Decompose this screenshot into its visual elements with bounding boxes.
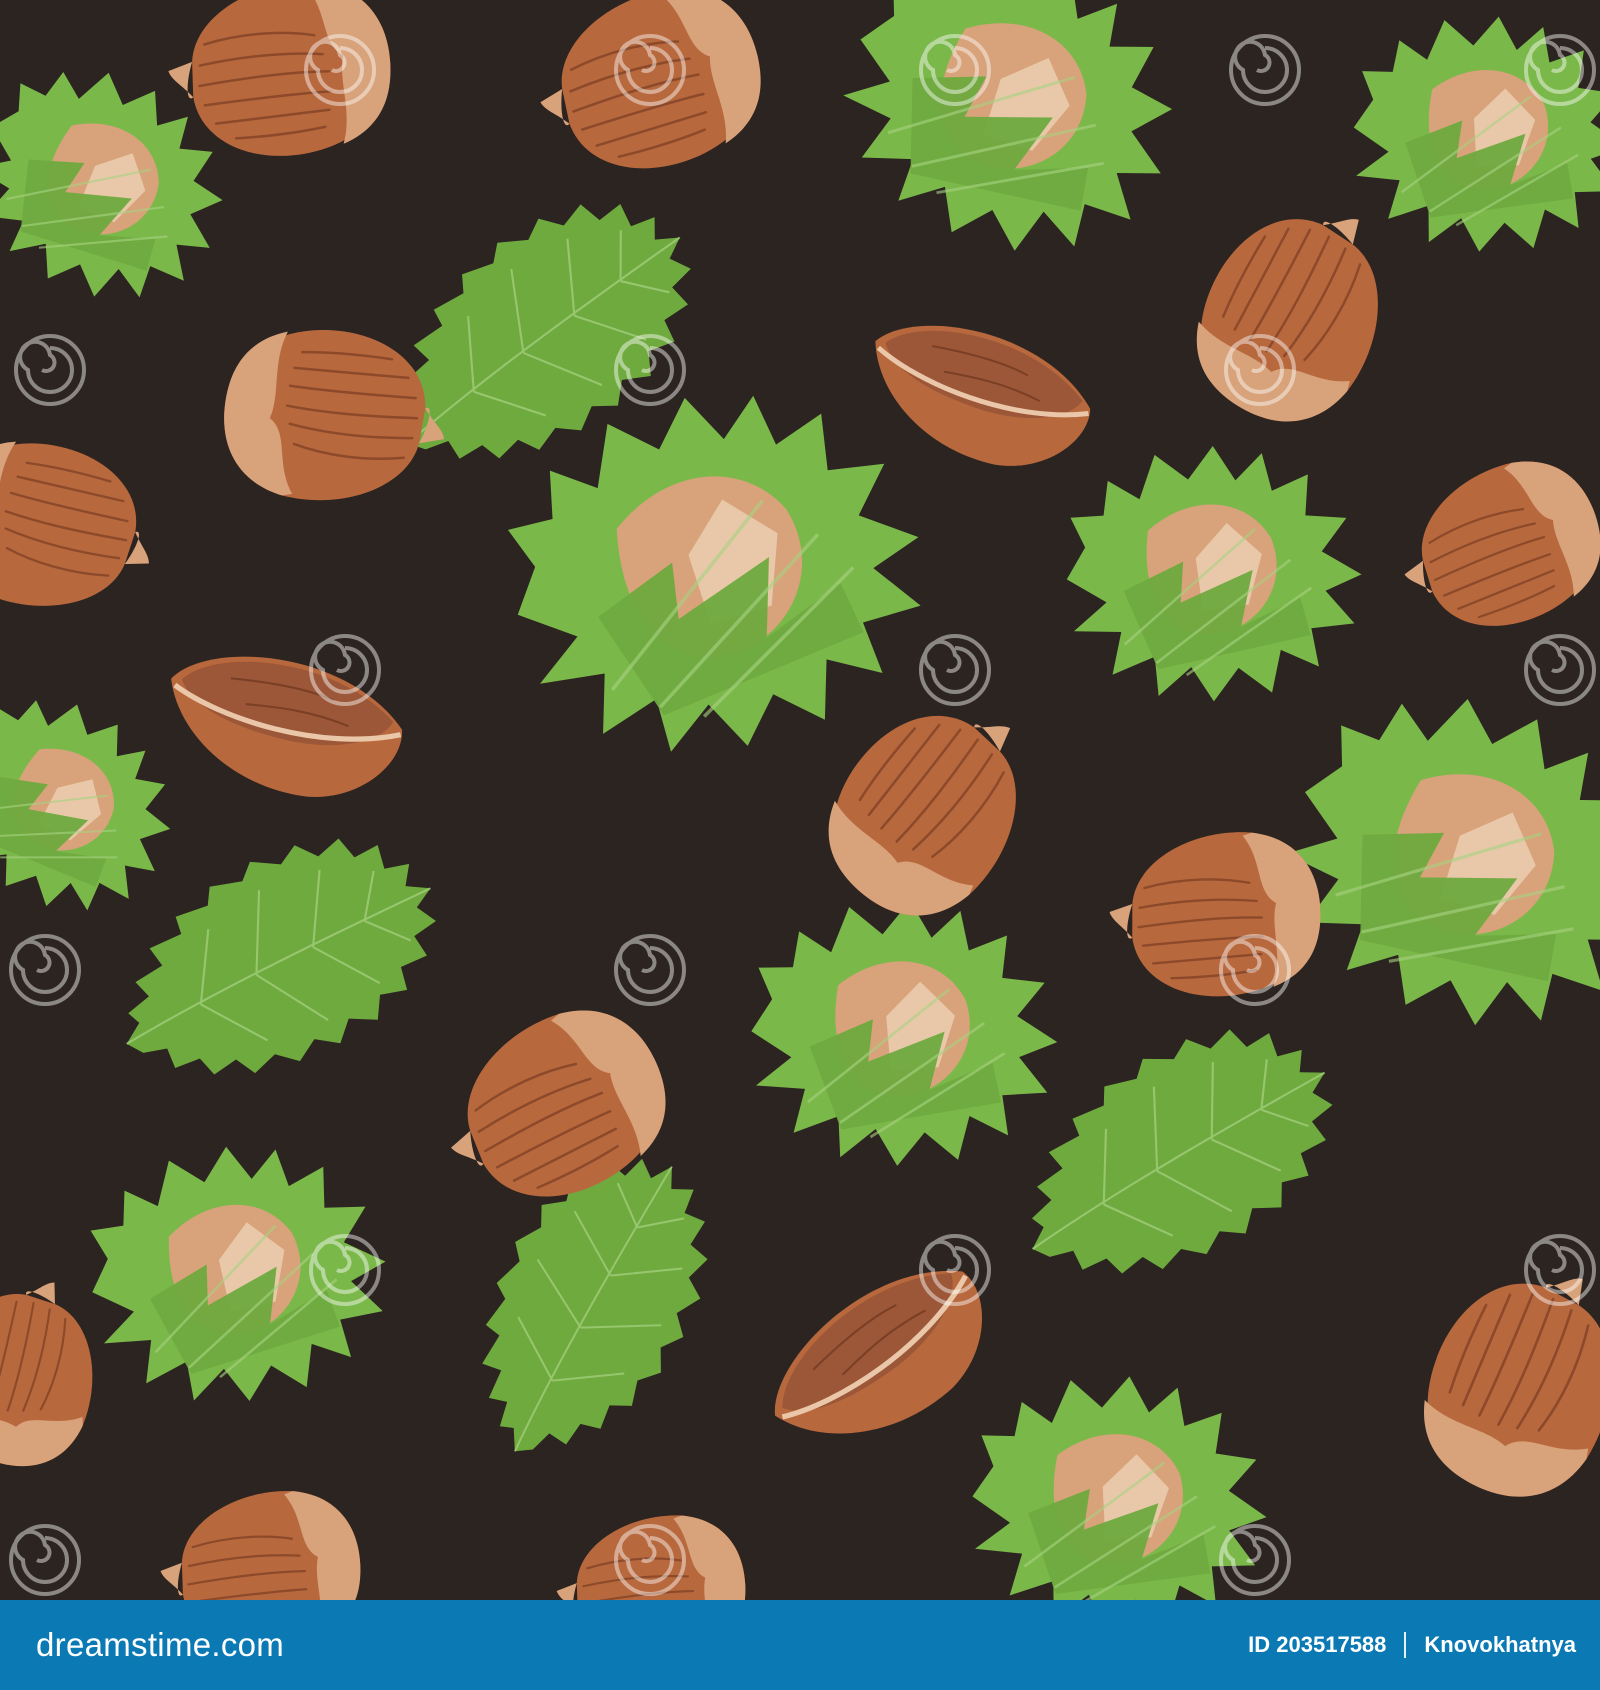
husk [0,670,201,938]
hazelnut [1169,174,1420,449]
husk [51,1101,418,1449]
brand-suffix: time.com [147,1626,285,1663]
hazelnut [220,325,450,506]
hazelnut [1398,1239,1600,1522]
hazelnut [516,0,785,203]
meta-divider [1404,1632,1407,1658]
hazelnut-kernel [150,633,413,819]
hazelnut [1099,820,1333,1013]
hazelnut [149,1477,374,1600]
husk [1033,409,1387,740]
brand-prefix: dreams [36,1626,148,1663]
husk [1331,0,1600,278]
hazelnut-pattern-illustration [0,0,1600,1600]
hazelnut [155,0,406,176]
husk [722,869,1079,1200]
hazelnut [545,1502,758,1600]
author-name[interactable]: Knovokhatnya [1424,1632,1576,1658]
dreamstime-logo[interactable]: dreams time.com [36,1626,284,1664]
husk [1260,671,1600,1052]
hazelnut [1378,435,1600,662]
hazelnut [0,1265,111,1479]
hazelnut-kernel [849,299,1104,491]
hazelnut [796,666,1066,948]
husk [820,0,1195,275]
image-meta: ID 203517588 Knovokhatnya [1248,1632,1576,1658]
image-id: ID 203517588 [1248,1632,1387,1657]
stock-footer-bar: dreams time.com ID 203517588 Knovokhatnya [0,1600,1600,1690]
hazelnut [0,427,168,626]
